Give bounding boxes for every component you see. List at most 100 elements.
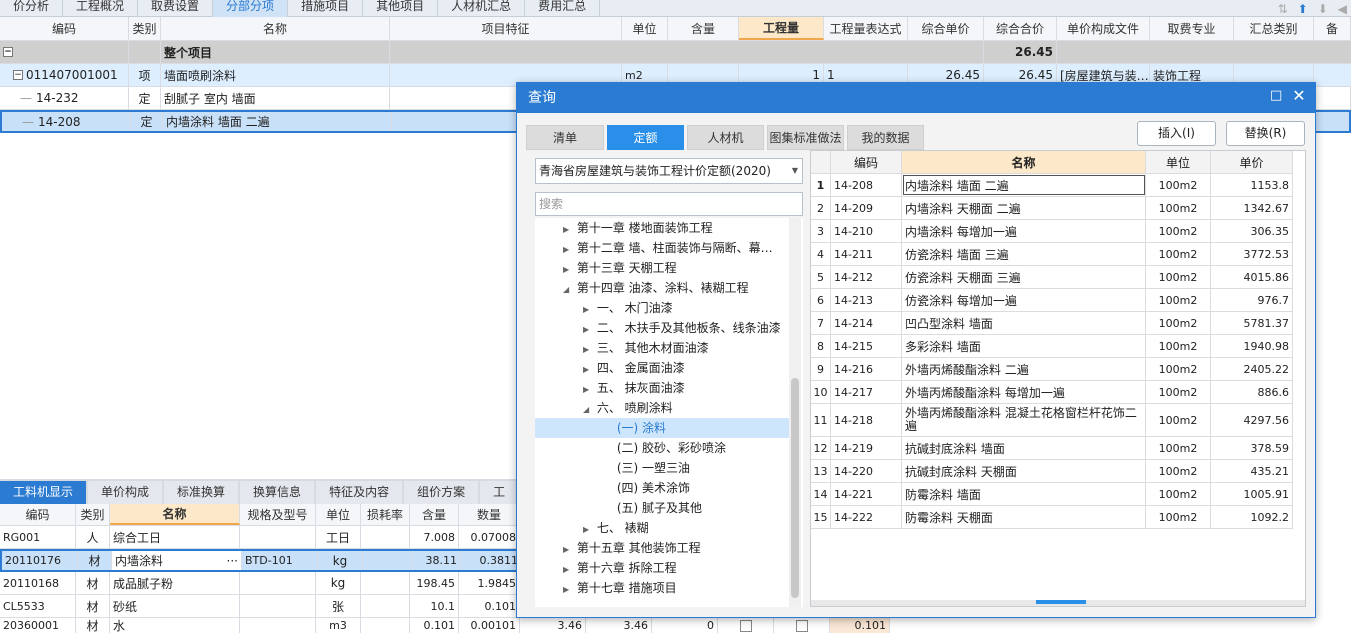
tree-node[interactable]: ▶ 第十二章 墙、柱面装饰与隔断、幕… [535,238,791,258]
tree-node[interactable]: ◢ 第十四章 油漆、涂料、裱糊工程 [535,278,791,298]
move-up-icon[interactable]: ⬆ [1298,2,1308,16]
expand-arrow-icon[interactable]: ▶ [563,540,573,558]
quota-row[interactable]: 11 14-218 外墙丙烯酸酯涂料 混凝土花格窗栏杆花饰二遍 100m2 4297.5… [811,404,1293,437]
tab-conversion-info[interactable]: 换算信息 [240,481,315,504]
tab-price-composition[interactable]: 单价构成 [88,481,163,504]
material-row[interactable]: CL5533 材 砂纸 张 10.1 0.101 [0,595,520,618]
dlg-tab-atlas[interactable]: 图集标准做法 [767,125,844,150]
tree-node[interactable]: ▶ 二、 木扶手及其他板条、线条油漆 [535,318,791,338]
close-icon[interactable]: ✕ [1292,88,1306,104]
tree-node[interactable]: ◢ 六、 喷刷涂料 [535,398,791,418]
tree-node[interactable]: ▶ 四、 金属面油漆 [535,358,791,378]
expand-arrow-icon[interactable]: ▶ [583,520,593,538]
material-row[interactable]: RG001 人 综合工日 工日 7.008 0.07008 [0,526,520,549]
tree-scrollbar[interactable] [789,218,801,607]
move-down-icon[interactable]: ⬇ [1318,2,1328,16]
material-row[interactable]: 20110176 材 内墙涂料 ··· BTD-101 kg 38.11 0.38… [0,549,522,572]
col-remark[interactable]: 备 [1314,17,1351,40]
quota-row[interactable]: 6 14-213 仿瓷涂料 每增加一遍 100m2 976.7 [811,289,1293,312]
splitter-handle[interactable] [1036,600,1086,604]
col-content[interactable]: 含量 [668,17,739,40]
tab-materials-summary[interactable]: 人材机汇总 [438,0,526,17]
collapse-toggle[interactable]: − [3,47,13,57]
tree-node[interactable]: ▶ 七、 裱糊 [535,518,791,538]
quota-row[interactable]: 8 14-215 多彩涂料 墙面 100m2 1940.98 [811,335,1293,358]
more-icon[interactable]: ··· [227,554,238,568]
scroll-thumb[interactable] [791,378,799,598]
col-unit-price[interactable]: 综合单价 [908,17,984,40]
tree-node[interactable]: ▶ 五、 抹灰面油漆 [535,378,791,398]
tree-node[interactable]: (三) 一塑三油 [535,458,791,478]
expand-arrow-icon[interactable]: ▶ [563,260,573,278]
quota-row[interactable]: 13 14-220 抗碱封底涂料 天棚面 100m2 435.21 [811,460,1293,483]
expand-arrow-icon[interactable]: ◢ [583,400,593,418]
library-select[interactable]: 青海省房屋建筑与装饰工程计价定额(2020) ▼ [535,158,803,184]
search-input[interactable]: 搜索 [535,192,803,216]
col-type[interactable]: 类别 [129,17,161,40]
expand-arrow-icon[interactable]: ▶ [563,560,573,578]
col-price-file[interactable]: 单价构成文件 [1057,17,1150,40]
tree-node[interactable]: ▶ 第十五章 其他装饰工程 [535,538,791,558]
tab-pricing-plan[interactable]: 组价方案 [404,481,479,504]
table-row-total[interactable]: − 整个项目 26.45 [0,41,1351,64]
tab-analysis[interactable]: 价分析 [0,0,64,17]
col-code[interactable]: 编码 [0,17,129,40]
tab-cost-summary[interactable]: 费用汇总 [525,0,601,17]
tree-node[interactable]: (二) 胶砂、彩砂喷涂 [535,438,791,458]
tab-materials[interactable]: 工料机显示 [0,481,87,504]
expand-arrow-icon[interactable]: ▶ [583,360,593,378]
tab-items[interactable]: 分部分项 [213,0,289,17]
tree-node[interactable]: ▶ 三、 其他木材面油漆 [535,338,791,358]
dlg-tab-list[interactable]: 清单 [526,125,604,150]
material-row[interactable]: 20360001 材 水 m3 0.101 0.00101 3.46 3.46 … [0,618,900,633]
col-feature[interactable]: 项目特征 [390,17,622,40]
expand-arrow-icon[interactable]: ▶ [563,240,573,258]
expand-arrow-icon[interactable]: ▶ [583,320,593,338]
quota-row[interactable]: 7 14-214 凹凸型涂料 墙面 100m2 5781.37 [811,312,1293,335]
tree-node[interactable]: (四) 美术涂饰 [535,478,791,498]
grid-splitter[interactable] [811,600,1305,606]
quota-row[interactable]: 1 14-208 内墙涂料 墙面 二遍 100m2 1153.8 [811,174,1293,197]
tab-features[interactable]: 特征及内容 [316,481,403,504]
quota-row[interactable]: 14 14-221 防霉涂料 墙面 100m2 1005.91 [811,483,1293,506]
col-name[interactable]: 名称 [161,17,390,40]
sort-icon[interactable]: ⇅ [1278,2,1288,16]
quota-row[interactable]: 4 14-211 仿瓷涂料 墙面 三遍 100m2 3772.53 [811,243,1293,266]
quota-row[interactable]: 12 14-219 抗碱封底涂料 墙面 100m2 378.59 [811,437,1293,460]
col-quantity[interactable]: 工程量 [739,17,824,40]
quota-row[interactable]: 2 14-209 内墙涂料 天棚面 二遍 100m2 1342.67 [811,197,1293,220]
checkbox[interactable] [795,619,808,632]
tree-node[interactable]: (一) 涂料 [535,418,791,438]
tree-node[interactable]: ▶ 第十六章 拆除工程 [535,558,791,578]
dlg-tab-quota[interactable]: 定额 [607,125,684,150]
col-summary-type[interactable]: 汇总类别 [1234,17,1314,40]
col-expression[interactable]: 工程量表达式 [824,17,908,40]
quota-row[interactable]: 15 14-222 防霉涂料 天棚面 100m2 1092.2 [811,506,1293,529]
col-total-price[interactable]: 综合合价 [984,17,1057,40]
tree-node[interactable]: ▶ 第十一章 楼地面装饰工程 [535,218,791,238]
expand-arrow-icon[interactable]: ▶ [563,580,573,598]
quota-row[interactable]: 5 14-212 仿瓷涂料 天棚面 三遍 100m2 4015.86 [811,266,1293,289]
dlg-tab-materials[interactable]: 人材机 [687,125,764,150]
material-row[interactable]: 20110168 材 成品腻子粉 kg 198.45 1.9845 [0,572,520,595]
tab-fee-settings[interactable]: 取费设置 [138,0,214,17]
expand-arrow-icon[interactable]: ▶ [583,340,593,358]
collapse-toggle[interactable]: − [13,70,23,80]
tab-more[interactable]: 工 [480,481,519,504]
tree-node[interactable]: ▶ 一、 木门油漆 [535,298,791,318]
checkbox[interactable] [739,619,752,632]
expand-arrow-icon[interactable]: ▶ [583,380,593,398]
dlg-tab-my-data[interactable]: 我的数据 [847,125,924,150]
tab-overview[interactable]: 工程概况 [63,0,139,17]
expand-arrow-icon[interactable]: ◢ [563,280,573,298]
arrow-left-icon[interactable]: ◀ [1338,2,1347,16]
tab-measures[interactable]: 措施项目 [288,0,364,17]
tree-node[interactable]: (五) 腻子及其他 [535,498,791,518]
replace-button[interactable]: 替换(R) [1226,121,1305,146]
insert-button[interactable]: 插入(I) [1137,121,1216,146]
maximize-icon[interactable]: □ [1270,89,1282,103]
tree-node[interactable]: ▶ 第十三章 天棚工程 [535,258,791,278]
expand-arrow-icon[interactable]: ▶ [583,300,593,318]
expand-arrow-icon[interactable]: ▶ [563,220,573,238]
tree-node[interactable]: ▶ 第十七章 措施项目 [535,578,791,598]
